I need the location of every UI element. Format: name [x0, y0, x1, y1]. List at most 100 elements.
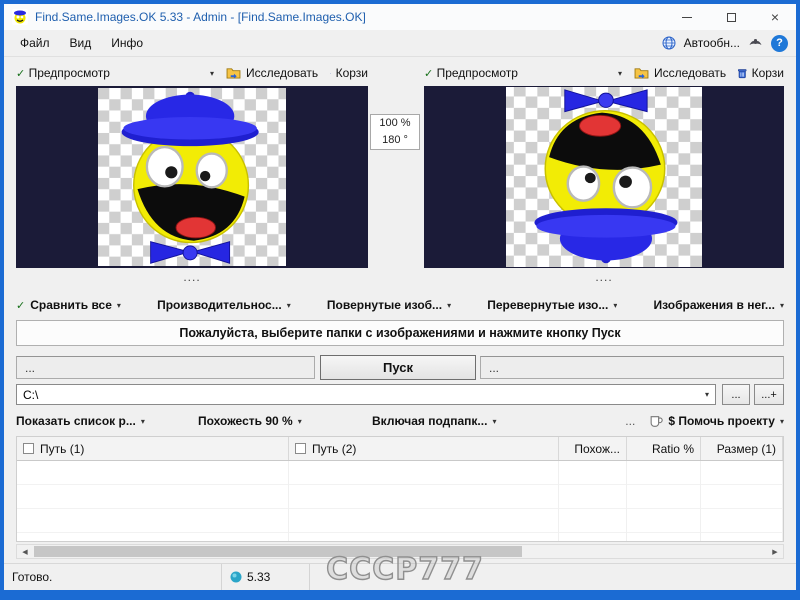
help-button[interactable]: ?	[771, 34, 788, 52]
chevron-down-icon: ▾	[779, 300, 784, 310]
donate-label: $ Помочь проекту	[668, 414, 775, 428]
chevron-down-icon: ▾	[779, 416, 784, 426]
column-label: Путь (1)	[40, 441, 85, 456]
smiley-image-rotated	[506, 87, 702, 267]
rotation-value: 180 °	[382, 134, 408, 146]
column-ratio[interactable]: Ratio %	[627, 437, 701, 460]
question-icon: ?	[776, 37, 783, 49]
menu-bar: Файл Вид Инфо Автообн... ?	[4, 30, 796, 57]
left-explore-label: Исследовать	[246, 66, 319, 80]
title-bar: Find.Same.Images.OK 5.33 - Admin - [Find…	[4, 4, 796, 30]
trash-icon	[738, 68, 747, 78]
right-preview-toggle[interactable]: ✓ Предпросмотр ▾	[424, 66, 622, 80]
browse-button[interactable]: ...	[722, 384, 750, 405]
path-input[interactable]	[17, 387, 699, 402]
option-flipped-images[interactable]: Перевернутые изо... ▾	[487, 298, 617, 312]
option-rotated-images[interactable]: Повернутые изоб... ▾	[327, 298, 451, 312]
menu-file[interactable]: Файл	[10, 32, 60, 54]
column-path1[interactable]: Путь (1)	[17, 437, 289, 460]
status-version: 5.33	[247, 570, 271, 584]
scroll-left-arrow[interactable]: ◀	[17, 545, 33, 558]
start-button[interactable]: Пуск	[320, 355, 476, 380]
column-label: Похож...	[574, 441, 620, 456]
app-version-icon	[230, 571, 242, 583]
chevron-down-icon: ▾	[140, 416, 145, 426]
results-table: Путь (1) Путь (2) Похож... Ratio % Разме…	[16, 436, 784, 542]
option-label: Производительнос...	[157, 298, 282, 312]
menu-view[interactable]: Вид	[60, 32, 102, 54]
options-row: ✓ Сравнить все ▾ Производительнос... ▾ П…	[16, 294, 784, 316]
right-preview-image	[424, 86, 784, 268]
option-performance[interactable]: Производительнос... ▾	[157, 298, 291, 312]
minimize-button[interactable]	[676, 7, 698, 27]
subfolders-label: Включая подпапк...	[372, 414, 488, 428]
similarity-label: Похожесть 90 %	[198, 414, 293, 428]
option-label: Сравнить все	[30, 298, 112, 312]
check-icon: ✓	[16, 68, 26, 80]
right-trash-label: Корзи	[751, 66, 784, 80]
subfolders-dropdown[interactable]: Включая подпапк... ▾	[372, 414, 520, 428]
table-header: Путь (1) Путь (2) Похож... Ratio % Разме…	[17, 437, 783, 461]
maximize-icon	[726, 12, 736, 22]
left-folder-field[interactable]: ...	[16, 356, 315, 379]
zoom-rotation-panel: 100 % 180 °	[370, 114, 420, 150]
globe-icon	[662, 36, 676, 50]
chevron-down-icon: ▾	[447, 300, 452, 310]
column-label: Путь (2)	[312, 441, 357, 456]
chevron-down-icon: ▾	[286, 300, 291, 310]
app-window: Find.Same.Images.OK 5.33 - Admin - [Find…	[4, 4, 796, 590]
left-preview-image	[16, 86, 368, 268]
menu-info[interactable]: Инфо	[101, 32, 153, 54]
left-trash-label: Корзи	[335, 66, 368, 80]
smiley-image	[98, 88, 286, 266]
combo-dropdown-icon[interactable]: ▾	[699, 390, 715, 399]
option-negative-images[interactable]: Изображения в нег... ▾	[653, 298, 783, 312]
chevron-down-icon: ▾	[617, 68, 622, 78]
right-explore-label: Исследовать	[654, 66, 727, 80]
left-explore-button[interactable]: Исследовать	[226, 66, 318, 80]
chevron-down-icon: ▾	[492, 416, 497, 426]
left-preview-toggle[interactable]: ✓ Предпросмотр ▾	[16, 66, 214, 80]
option-compare-all[interactable]: ✓ Сравнить все ▾	[16, 298, 121, 312]
option-label: Перевернутые изо...	[487, 298, 609, 312]
chevron-down-icon: ▾	[613, 300, 618, 310]
watermark: СССР777	[325, 551, 484, 587]
left-image-caption: ....	[183, 270, 201, 284]
message-bar: Пожалуйста, выберите папки с изображения…	[16, 320, 784, 346]
column-label: Ratio %	[651, 441, 694, 456]
option-label: Изображения в нег...	[653, 298, 775, 312]
eagle-icon[interactable]	[748, 37, 763, 49]
app-icon	[12, 9, 28, 25]
donate-dropdown[interactable]: $ Помочь проекту ▾	[649, 414, 784, 428]
coffee-cup-icon	[650, 415, 664, 427]
show-list-dropdown[interactable]: Показать список р... ▾	[16, 414, 184, 428]
browse-add-button[interactable]: ...+	[754, 384, 784, 405]
similarity-dropdown[interactable]: Похожесть 90 % ▾	[198, 414, 350, 428]
right-folder-field[interactable]: ...	[480, 356, 784, 379]
autoupdate-label[interactable]: Автообн...	[684, 36, 740, 50]
table-body[interactable]	[17, 461, 783, 541]
message-text: Пожалуйста, выберите папки с изображения…	[179, 326, 621, 340]
right-preview-label: Предпросмотр	[436, 66, 518, 80]
path-combobox[interactable]: ▾	[16, 384, 716, 405]
left-preview-toolbar: ✓ Предпросмотр ▾ Исследовать Корзи	[16, 62, 368, 84]
left-trash-button[interactable]: Корзи	[330, 66, 368, 80]
column-size[interactable]: Размер (1)	[701, 437, 783, 460]
column-path2[interactable]: Путь (2)	[289, 437, 559, 460]
right-explore-button[interactable]: Исследовать	[634, 66, 726, 80]
maximize-button[interactable]	[720, 7, 742, 27]
right-trash-button[interactable]: Корзи	[738, 66, 784, 80]
status-ready: Готово.	[12, 570, 53, 584]
path1-checkbox[interactable]	[23, 443, 34, 454]
path2-checkbox[interactable]	[295, 443, 306, 454]
more-options[interactable]: ...	[625, 414, 635, 428]
zoom-value: 100 %	[379, 117, 411, 129]
column-similarity[interactable]: Похож...	[559, 437, 627, 460]
scroll-right-arrow[interactable]: ▶	[767, 545, 783, 558]
right-image-caption: ....	[595, 270, 613, 284]
folder-explore-icon	[634, 68, 649, 79]
show-list-label: Показать список р...	[16, 414, 136, 428]
minimize-icon	[682, 16, 692, 18]
close-button[interactable]: ×	[764, 7, 786, 27]
window-title: Find.Same.Images.OK 5.33 - Admin - [Find…	[35, 10, 366, 24]
